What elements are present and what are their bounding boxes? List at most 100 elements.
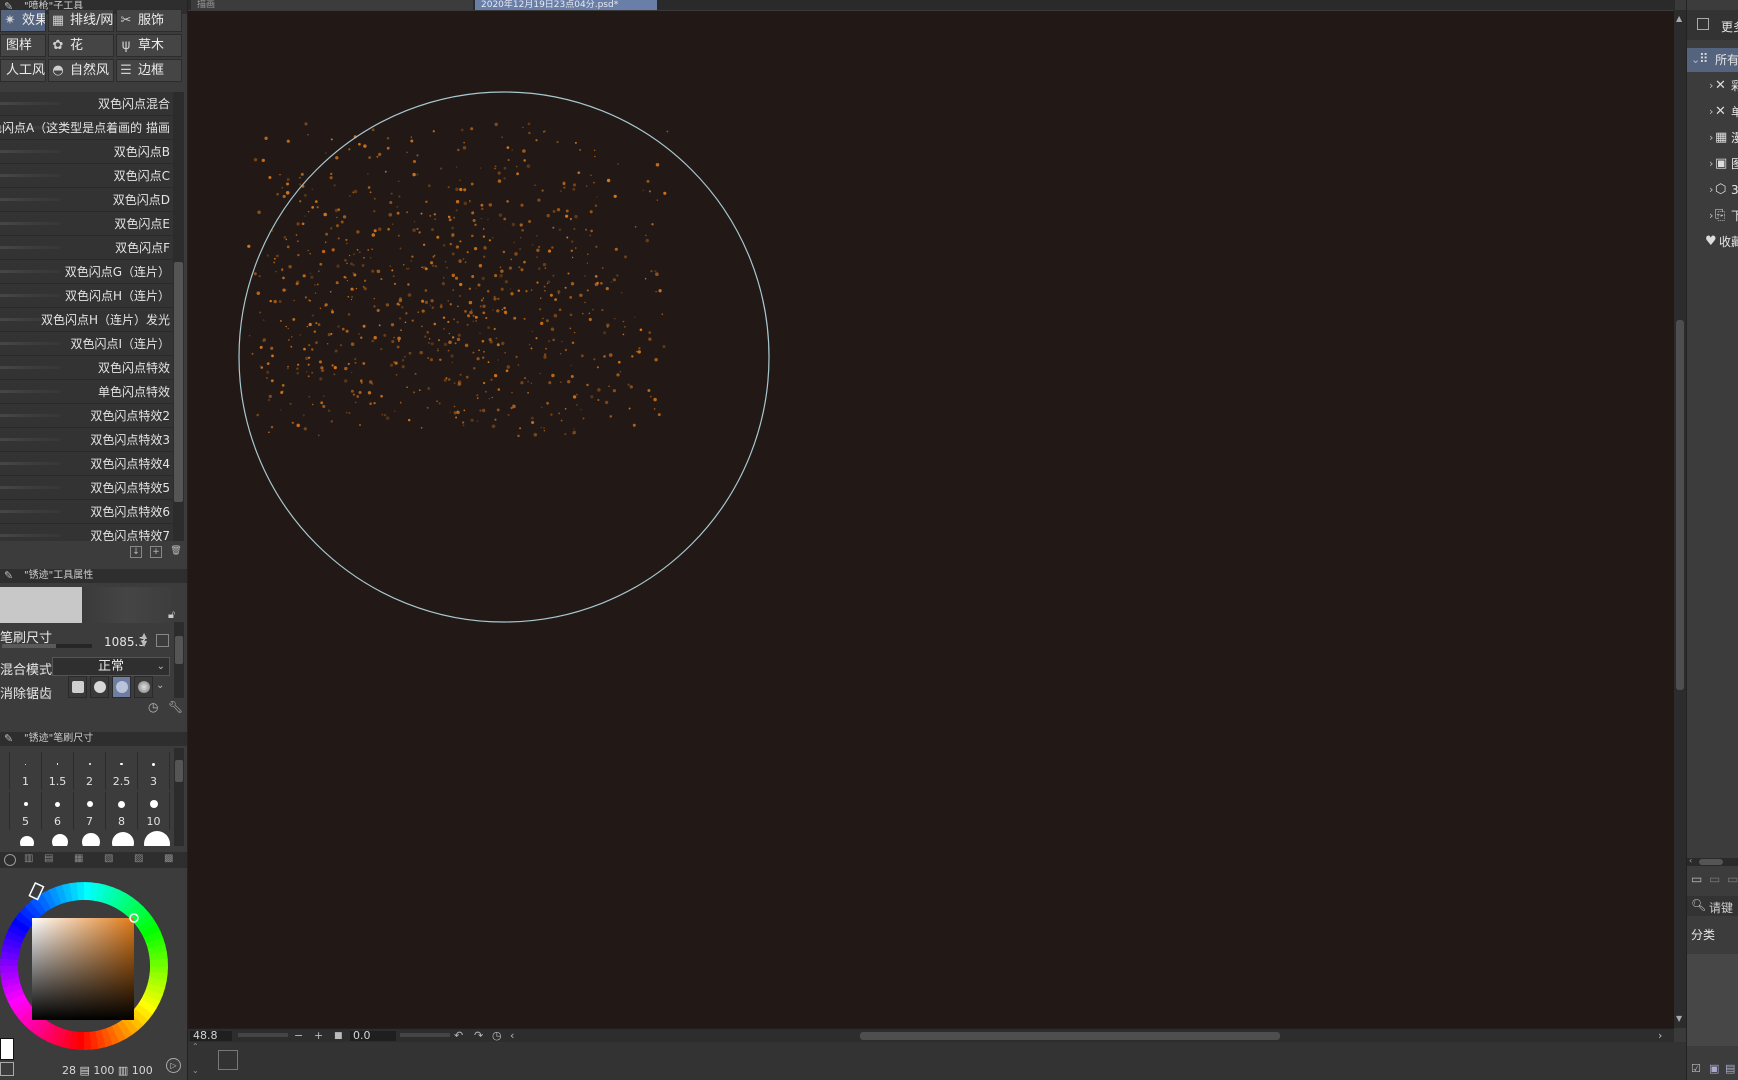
chevron-icon[interactable]: › [1709,74,1713,98]
brush-size-preset[interactable]: 6 [42,792,74,830]
reset-rotation-icon[interactable]: ◷ [492,1029,502,1043]
brush-list-item[interactable]: 双色闪点特效3 [0,428,173,452]
document-tab-active[interactable]: 2020年12月19日23点04分.psd* [475,0,657,10]
size-scroll-thumb[interactable] [175,760,183,782]
play-icon[interactable]: ▷ [166,1058,181,1073]
subtool-group-8[interactable]: ◓ 自然风 [48,59,114,82]
rotate-left-icon[interactable]: ↶ [454,1029,463,1043]
zoom-in-button[interactable]: + [314,1029,323,1043]
subtool-group-2[interactable]: ▦ 排线/网 [48,9,114,32]
sub-view-tab-icon[interactable]: ▩ [164,853,173,864]
trash-icon[interactable]: 🗑 [170,546,182,558]
color-history-tab-icon[interactable]: ▨ [134,853,143,864]
material-tree-item[interactable]: ⌄ ⠿ 所有 [1687,48,1738,72]
material-tree-item[interactable]: ›✕ 单 [1687,100,1738,124]
color-wheel-svg[interactable] [0,870,178,1050]
brush-list-item[interactable]: 双色闪点特效6 [0,500,173,524]
brush-size-slider[interactable] [2,644,92,648]
brush-size-preset[interactable]: 10 [138,792,170,830]
intermediate-color-tab-icon[interactable]: ▦ [74,853,83,864]
zoom-out-button[interactable]: − [294,1029,303,1043]
brush-list-item[interactable]: 双色闪点B [0,140,173,164]
drawing-canvas[interactable] [188,11,1674,1028]
pressure-icon[interactable] [156,634,169,647]
approx-color-tab-icon[interactable]: ▧ [104,853,113,864]
scroll-down-icon[interactable]: ▼ [1676,1014,1682,1023]
document-tab-draw[interactable]: 描画 [191,0,473,10]
brush-list-item[interactable]: 双色闪点特效 [0,356,173,380]
brush-size-preset[interactable]: 7 [0,752,10,790]
chevron-icon[interactable]: › [1709,126,1713,150]
import-icon[interactable]: ↓ [130,546,142,558]
antialias-weak-button[interactable] [90,676,109,698]
lock-icon[interactable]: 🔓︎ [168,608,175,622]
swap-color-icon[interactable] [0,1062,14,1076]
property-scrollbar[interactable] [174,622,184,698]
brush-size-preset[interactable]: 1 [10,752,42,790]
canvas-vscroll-thumb[interactable] [1676,320,1684,690]
brush-size-preset[interactable]: 3 [138,752,170,790]
brush-list-item[interactable]: 双色闪点D [0,188,173,212]
material-edit-icon[interactable]: ▭ [1727,872,1738,886]
brush-size-value[interactable]: 1085.3 [104,635,146,649]
subtool-group-5[interactable]: ✿ 花 [48,34,114,57]
brush-list-item[interactable]: 双色闪点特效7 [0,524,173,541]
subtool-group-6[interactable]: ψ 草木 [116,34,182,57]
brush-list-scroll-thumb[interactable] [174,262,183,502]
brush-size-preset[interactable]: 8 [106,792,138,830]
brush-list-item[interactable]: 单色闪点特效 [0,380,173,404]
brush-list-item[interactable]: 双色闪点F [0,236,173,260]
brush-list-item[interactable]: 色闪点A（这类型是点着画的 描画 [0,116,173,140]
subtool-group-3[interactable]: ✂ 服饰 [116,9,182,32]
brush-size-preset[interactable]: 1.5 [42,752,74,790]
size-scrollbar[interactable] [174,748,184,846]
canvas-svg[interactable] [188,11,1674,1028]
brush-size-preset[interactable] [0,792,10,830]
color-slider-tab-icon[interactable]: ▥ [24,853,33,864]
new-folder-icon[interactable]: ▭ [1691,872,1702,886]
material-tree-item[interactable]: ›▦漫 [1687,126,1738,150]
property-scroll-thumb[interactable] [175,636,183,664]
chevron-icon[interactable]: › [1709,100,1713,124]
material-tree-item[interactable]: ›⬡ 3D [1687,178,1738,202]
reset-icon[interactable]: ◷ [148,700,158,714]
canvas-vertical-scrollbar[interactable]: ▲ ▼ [1674,10,1686,1028]
view-mode-icon[interactable]: ▣ [1709,1062,1719,1075]
subtool-group-9[interactable]: ☰ 边框 [116,59,182,82]
subtool-group-4[interactable]: 图样 [0,34,46,57]
duplicate-icon[interactable]: + [150,546,162,558]
brush-list-item[interactable]: 双色闪点I（连片） [0,332,173,356]
brush-list-item[interactable]: 双色闪点H（连片）发光 [0,308,173,332]
subtool-group-1[interactable]: ✷ 效果/涂 [0,9,46,32]
brush-list-item[interactable]: 双色闪点特效2 [0,404,173,428]
antialias-none-button[interactable] [68,676,87,698]
chevron-icon[interactable]: › [1709,204,1713,228]
material-tree-item[interactable]: ›▣图 [1687,152,1738,176]
material-hscroll[interactable]: ‹ [1687,856,1738,866]
scroll-left-icon[interactable]: ‹ [510,1029,514,1043]
brush-list-item[interactable]: 双色闪点H（连片） [0,284,173,308]
subtool-group-7[interactable]: 人工风 [0,59,46,82]
chevron-icon[interactable]: › [1709,152,1713,176]
chevron-down-icon[interactable]: ⌄ [156,680,164,691]
main-color-swatch[interactable] [0,1038,14,1060]
search-input[interactable]: 请键 [1709,899,1733,916]
chevron-down-icon[interactable]: ⌄ [192,1066,199,1075]
rotation-value[interactable]: 0.0 [350,1030,396,1041]
navigator-toggle-icon[interactable] [218,1050,238,1070]
chevron-up-icon[interactable]: ⌃ [192,1042,199,1051]
rotation-slider[interactable] [400,1033,450,1037]
zoom-slider[interactable] [238,1033,288,1037]
camera-icon[interactable] [1697,18,1709,30]
fit-button[interactable]: ■ [334,1029,343,1043]
brush-list-item[interactable]: 双色闪点E [0,212,173,236]
color-set-tab-icon[interactable]: ▤ [44,853,53,864]
brush-list-item[interactable]: 双色闪点混合 [0,92,173,116]
material-tree-item[interactable]: ›⎘ 下 [1687,204,1738,228]
antialias-strong-button[interactable] [134,676,153,698]
zoom-value[interactable]: 48.8 [190,1030,232,1041]
more-button[interactable]: 更多 [1721,18,1738,35]
brush-size-preset[interactable]: 2.5 [106,752,138,790]
category-box[interactable] [1687,954,1738,1046]
brush-size-stepper[interactable]: ▲ ▼ [141,632,147,648]
